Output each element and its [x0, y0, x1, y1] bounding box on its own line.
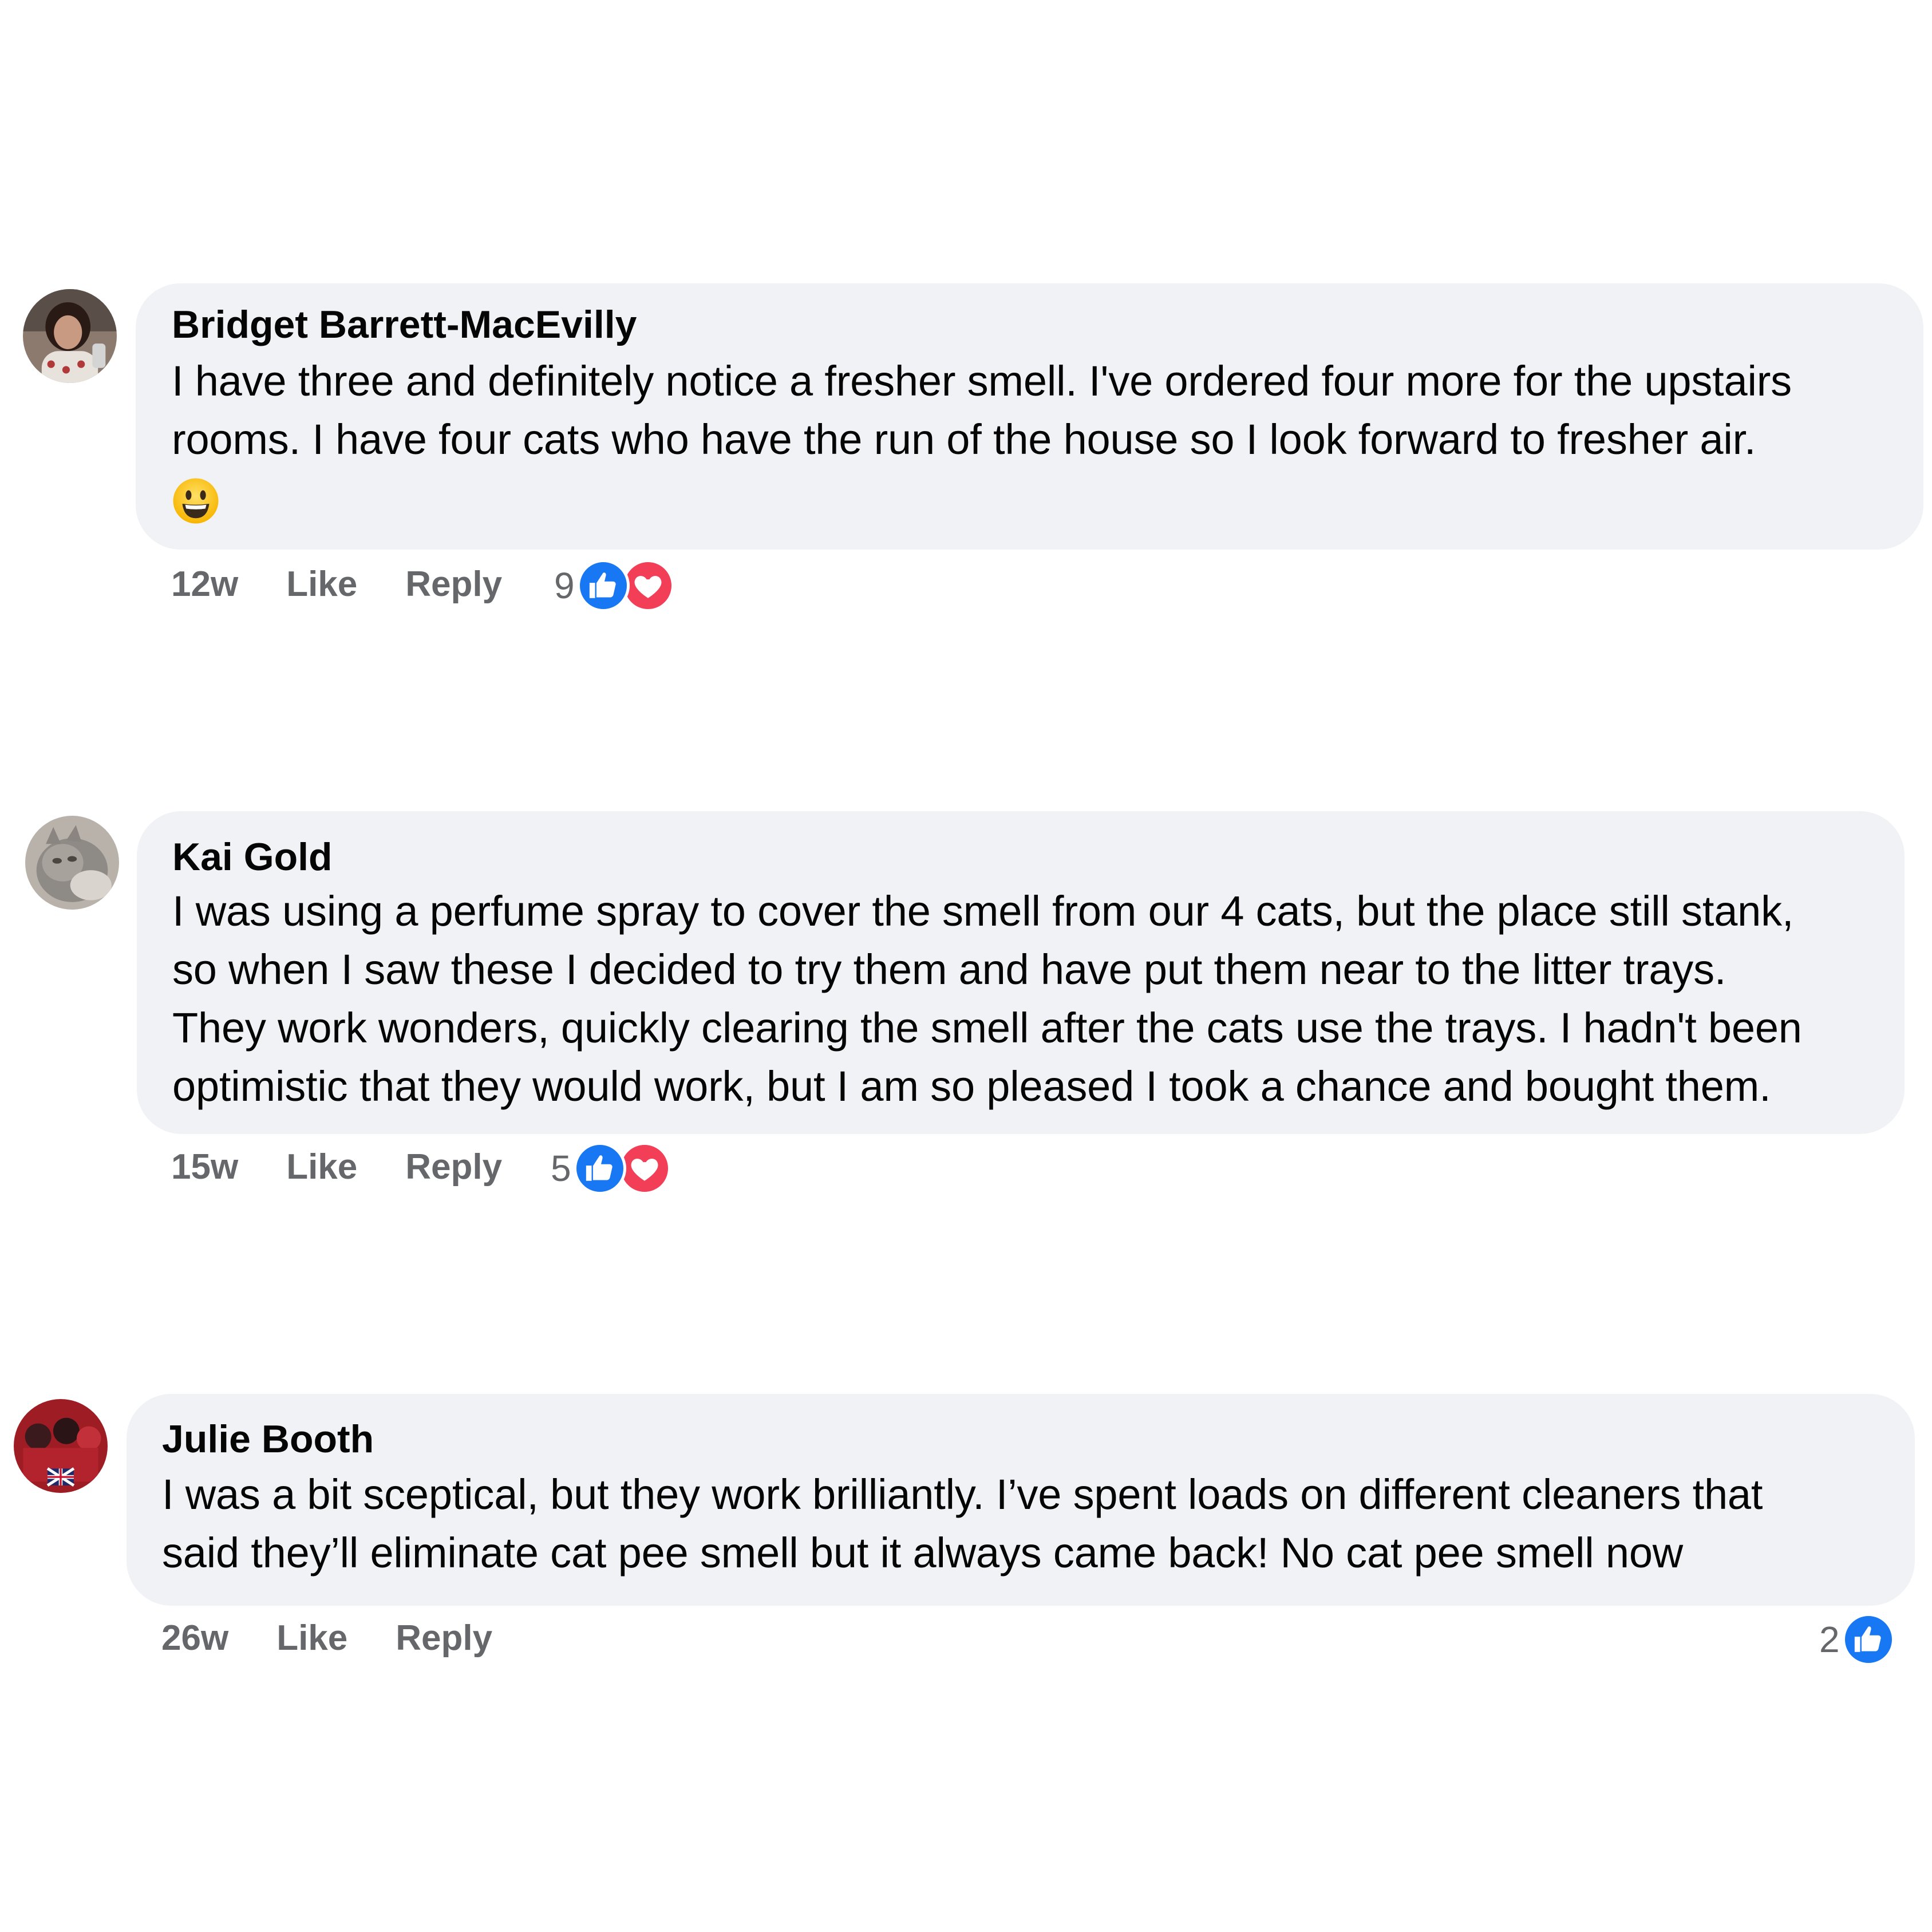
comment-text-line: I have three and definitely notice a fre… — [172, 357, 1792, 405]
reaction-summary[interactable]: 5 — [551, 1142, 671, 1195]
reply-button[interactable]: Reply — [405, 1147, 502, 1187]
avatar[interactable] — [25, 816, 119, 910]
reply-button[interactable]: Reply — [396, 1618, 492, 1658]
comment-actions: 15w Like Reply — [171, 1147, 502, 1187]
reaction-summary[interactable]: 9 — [554, 559, 674, 612]
comment-bubble: Kai Gold I was using a perfume spray to … — [137, 811, 1905, 1134]
comment-author[interactable]: Julie Booth — [162, 1420, 1915, 1459]
avatar-photo-icon — [25, 816, 119, 910]
comment-timestamp[interactable]: 15w — [171, 1147, 238, 1187]
like-reaction-icon — [576, 559, 630, 612]
comment-text-line: They work wonders, quickly clearing the … — [172, 1004, 1802, 1052]
avatar-photo-icon — [23, 289, 117, 383]
avatar[interactable] — [23, 289, 117, 383]
comment-timestamp[interactable]: 26w — [161, 1618, 228, 1658]
comment-bubble: Bridget Barrett-MacEvilly I have three a… — [136, 283, 1923, 550]
comment-text-line: said they’ll eliminate cat pee smell but… — [162, 1529, 1684, 1577]
comment-text-line: so when I saw these I decided to try the… — [172, 946, 1726, 993]
comment-author[interactable]: Bridget Barrett-MacEvilly — [172, 305, 1923, 344]
reaction-count: 5 — [551, 1148, 571, 1189]
like-button[interactable]: Like — [286, 564, 357, 605]
reaction-summary[interactable]: 2 — [1819, 1613, 1895, 1666]
like-button[interactable]: Like — [286, 1147, 357, 1187]
comment-text-line: I was using a perfume spray to cover the… — [172, 887, 1794, 935]
comment-text-line: I was a bit sceptical, but they work bri… — [162, 1471, 1763, 1518]
like-reaction-icon — [573, 1142, 626, 1195]
grinning-face-icon — [172, 477, 220, 525]
comment-bubble: Julie Booth I was a bit sceptical, but t… — [127, 1394, 1915, 1606]
comment-actions: 12w Like Reply — [171, 564, 502, 605]
like-reaction-icon — [1842, 1613, 1895, 1666]
comment-author[interactable]: Kai Gold — [172, 837, 1905, 876]
reaction-count: 9 — [554, 565, 575, 606]
avatar[interactable] — [14, 1399, 108, 1493]
reply-button[interactable]: Reply — [405, 564, 502, 605]
comment-text-line: rooms. I have four cats who have the run… — [172, 416, 1756, 463]
reaction-count: 2 — [1819, 1619, 1840, 1660]
comment-actions: 26w Like Reply — [161, 1618, 492, 1658]
comment-emoji-line — [172, 469, 1923, 533]
avatar-photo-icon — [14, 1399, 108, 1493]
like-button[interactable]: Like — [276, 1618, 347, 1658]
comment-timestamp[interactable]: 12w — [171, 564, 238, 605]
comment-text-line: optimistic that they would work, but I a… — [172, 1062, 1771, 1110]
